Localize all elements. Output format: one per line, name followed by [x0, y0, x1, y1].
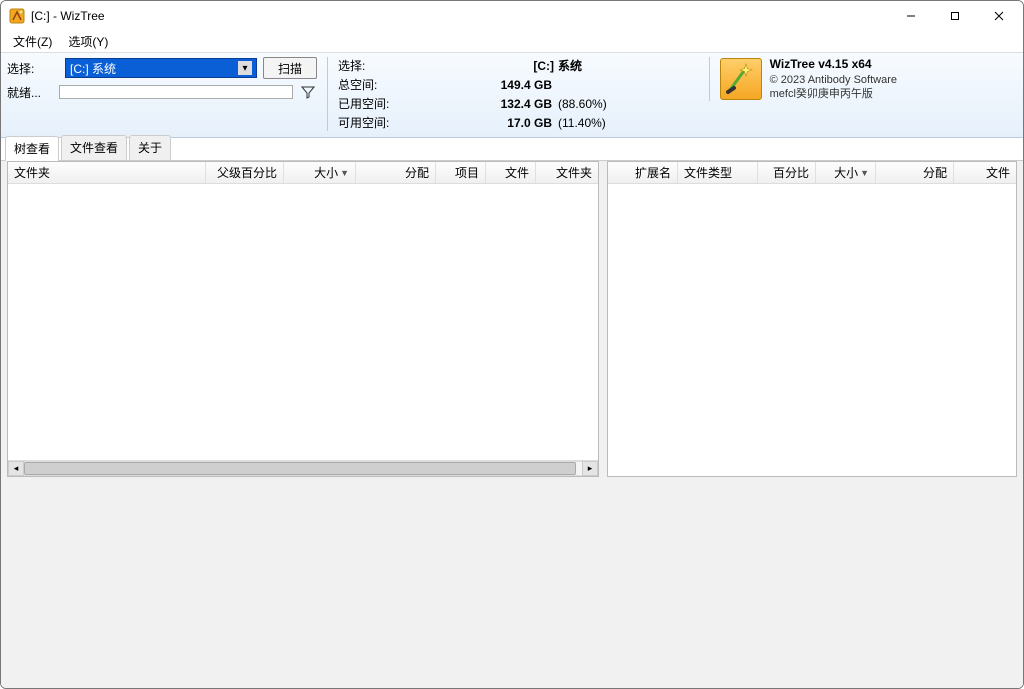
drive-text: [C:] 系统 [70, 60, 116, 77]
content-area: 文件夹 父级百分比 大小▼ 分配 项目 文件 文件夹 ◂ ▸ [1, 160, 1023, 688]
brand-icon [720, 58, 762, 100]
tree-header-row: 文件夹 父级百分比 大小▼ 分配 项目 文件 文件夹 [8, 162, 598, 184]
sort-desc-icon: ▼ [860, 168, 869, 178]
scroll-track[interactable] [24, 461, 582, 476]
brand-text: WizTree v4.15 x64 © 2023 Antibody Softwa… [770, 57, 897, 101]
maximize-button[interactable] [933, 1, 977, 31]
select-label: 选择: [7, 60, 59, 77]
minimize-button[interactable] [889, 1, 933, 31]
brand-copyright: © 2023 Antibody Software [770, 73, 897, 87]
info-used-pct: (88.60%) [558, 97, 628, 111]
info-used-label: 已用空间: [338, 95, 398, 112]
toolbar-brand: WizTree v4.15 x64 © 2023 Antibody Softwa… [709, 57, 1017, 101]
scroll-left-icon[interactable]: ◂ [8, 461, 24, 476]
col-type[interactable]: 文件类型 [678, 162, 758, 183]
info-drive-short: [C:] [488, 59, 558, 73]
brand-edition: mefcl癸卯庚申丙午版 [770, 87, 897, 101]
info-total-label: 总空间: [338, 76, 398, 93]
col-pct[interactable]: 百分比 [758, 162, 816, 183]
col-folder[interactable]: 文件夹 [8, 162, 206, 183]
tab-about[interactable]: 关于 [129, 135, 171, 160]
tabs-bar: 树查看 文件查看 关于 [1, 138, 1023, 160]
app-icon [9, 8, 25, 24]
scroll-right-icon[interactable]: ▸ [582, 461, 598, 476]
col-files[interactable]: 文件 [486, 162, 536, 183]
toolbar: 选择: [C:] 系统 ▾ 扫描 就绪... 选择: [C:] 系统 总空间: … [1, 53, 1023, 138]
info-drive-name: 系统 [558, 57, 628, 74]
col-ext[interactable]: 扩展名 [608, 162, 678, 183]
progress-bar [59, 85, 293, 99]
chevron-down-icon: ▾ [238, 61, 252, 75]
menu-file[interactable]: 文件(Z) [5, 30, 60, 53]
filter-icon[interactable] [299, 83, 317, 101]
menubar: 文件(Z) 选项(Y) [1, 31, 1023, 53]
scroll-thumb[interactable] [24, 462, 576, 475]
col-size2[interactable]: 大小▼ [816, 162, 876, 183]
close-button[interactable] [977, 1, 1021, 31]
ext-body[interactable] [608, 184, 1016, 476]
tab-file-view[interactable]: 文件查看 [61, 135, 127, 160]
info-used-value: 132.4 GB [488, 97, 558, 111]
lower-spacer [1, 477, 1023, 688]
info-select-label: 选择: [338, 57, 398, 74]
extension-panel: 扩展名 文件类型 百分比 大小▼ 分配 文件 [607, 161, 1017, 477]
brand-name: WizTree v4.15 x64 [770, 57, 897, 73]
tree-hscroll[interactable]: ◂ ▸ [8, 460, 598, 476]
titlebar: [C:] - WizTree [1, 1, 1023, 31]
info-free-pct: (11.40%) [558, 116, 628, 130]
drive-select[interactable]: [C:] 系统 ▾ [65, 58, 257, 78]
sort-desc-icon: ▼ [340, 168, 349, 178]
scan-button[interactable]: 扫描 [263, 57, 317, 79]
col-alloc[interactable]: 分配 [356, 162, 436, 183]
ready-label: 就绪... [7, 84, 53, 101]
info-total-value: 149.4 GB [488, 78, 558, 92]
info-free-label: 可用空间: [338, 114, 398, 131]
ext-header-row: 扩展名 文件类型 百分比 大小▼ 分配 文件 [608, 162, 1016, 184]
info-free-value: 17.0 GB [488, 116, 558, 130]
toolbar-info: 选择: [C:] 系统 总空间: 149.4 GB 已用空间: 132.4 GB… [327, 57, 628, 131]
col-alloc2[interactable]: 分配 [876, 162, 954, 183]
tree-body[interactable] [8, 184, 598, 460]
tree-panel: 文件夹 父级百分比 大小▼ 分配 项目 文件 文件夹 ◂ ▸ [7, 161, 599, 477]
menu-options[interactable]: 选项(Y) [60, 30, 116, 53]
window-title: [C:] - WizTree [31, 9, 105, 23]
col-items[interactable]: 项目 [436, 162, 486, 183]
col-parent-pct[interactable]: 父级百分比 [206, 162, 284, 183]
tab-tree-view[interactable]: 树查看 [5, 136, 59, 161]
col-size[interactable]: 大小▼ [284, 162, 356, 183]
toolbar-left: 选择: [C:] 系统 ▾ 扫描 就绪... [7, 57, 317, 101]
col-files2[interactable]: 文件 [954, 162, 1016, 183]
col-folders[interactable]: 文件夹 [536, 162, 598, 183]
